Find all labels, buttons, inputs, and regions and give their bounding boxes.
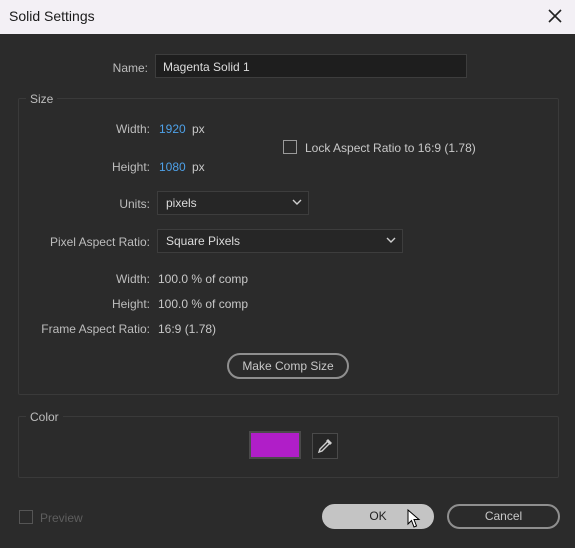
width-label: Width: xyxy=(115,122,150,136)
width-unit: px xyxy=(192,122,205,136)
name-input[interactable]: Magenta Solid 1 xyxy=(155,54,467,78)
size-section-title: Size xyxy=(26,92,58,106)
frame-aspect-label: Frame Aspect Ratio: xyxy=(41,322,150,336)
chevron-down-icon xyxy=(386,237,396,243)
make-comp-size-button[interactable]: Make Comp Size xyxy=(227,353,349,379)
eyedropper-button[interactable] xyxy=(312,433,338,459)
units-select[interactable]: pixels xyxy=(157,191,309,215)
height-label: Height: xyxy=(111,160,150,174)
title-bar: Solid Settings xyxy=(0,0,575,34)
cursor-icon xyxy=(407,509,421,528)
solid-settings-dialog: Name: Magenta Solid 1 Size Width: 1920 p… xyxy=(0,34,575,548)
color-swatch[interactable] xyxy=(249,431,301,459)
pixel-aspect-select[interactable]: Square Pixels xyxy=(157,229,403,253)
width-value[interactable]: 1920 xyxy=(159,122,186,136)
pixel-aspect-select-value: Square Pixels xyxy=(166,234,241,248)
pct-width-value: 100.0 % of comp xyxy=(158,272,249,286)
cancel-button[interactable]: Cancel xyxy=(447,504,560,529)
units-select-value: pixels xyxy=(166,196,197,210)
chevron-down-icon xyxy=(292,199,302,205)
color-section-title: Color xyxy=(26,410,63,424)
preview-checkbox[interactable] xyxy=(19,510,33,524)
height-unit: px xyxy=(192,160,205,174)
window-title: Solid Settings xyxy=(9,8,95,24)
name-label: Name: xyxy=(112,61,148,75)
preview-label: Preview xyxy=(40,511,83,525)
lock-aspect-label: Lock Aspect Ratio to 16:9 (1.78) xyxy=(305,141,476,155)
eyedropper-icon xyxy=(317,439,332,454)
height-value[interactable]: 1080 xyxy=(159,160,186,174)
pct-height-value: 100.0 % of comp xyxy=(158,297,249,311)
close-icon[interactable] xyxy=(544,5,566,27)
frame-aspect-value: 16:9 (1.78) xyxy=(158,322,217,336)
pct-height-label: Height: xyxy=(111,297,150,311)
units-label: Units: xyxy=(119,197,150,211)
pct-width-label: Width: xyxy=(115,272,150,286)
pixel-aspect-label: Pixel Aspect Ratio: xyxy=(49,235,150,249)
lock-aspect-checkbox[interactable] xyxy=(283,140,297,154)
